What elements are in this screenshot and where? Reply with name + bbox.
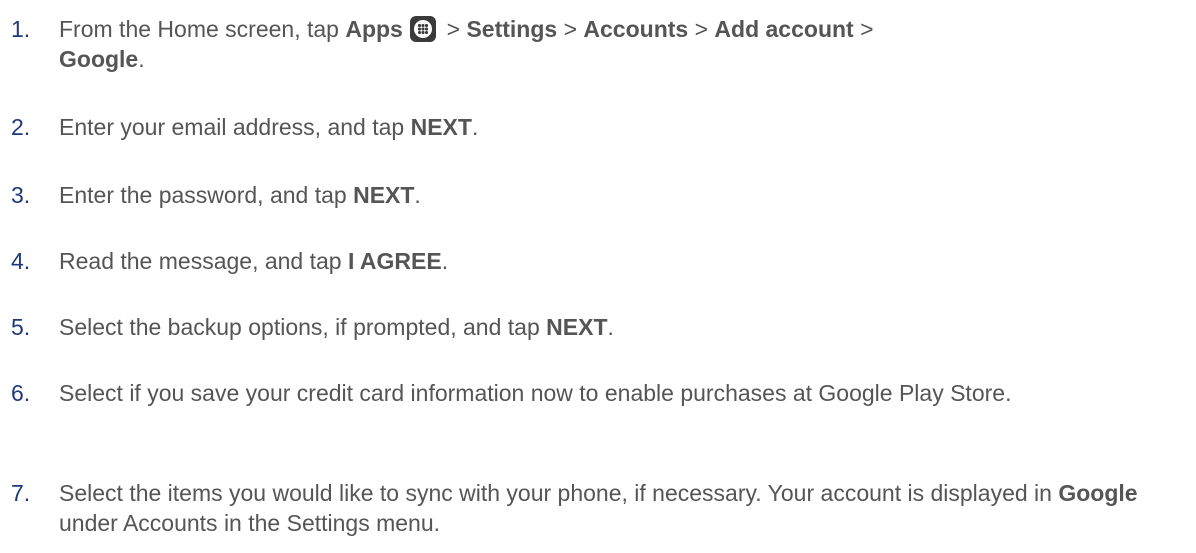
- text-run: .: [607, 314, 614, 340]
- step-number: 1.: [11, 16, 31, 42]
- text-run: .: [441, 248, 449, 274]
- step-text: From the Home screen, tap Apps > Setting…: [59, 14, 1139, 74]
- apps-icon: [410, 16, 437, 42]
- separator: >: [688, 16, 715, 42]
- ui-term-settings: Settings: [466, 16, 558, 42]
- separator: >: [853, 16, 874, 42]
- step-number: 6.: [11, 380, 31, 406]
- ui-term-google: Google: [1058, 480, 1138, 506]
- separator: >: [440, 16, 467, 42]
- text-run: Enter your email address, and tap: [59, 114, 411, 140]
- step-number: 7.: [11, 480, 31, 506]
- step-6: 6. Select if you save your credit card i…: [0, 378, 1150, 408]
- ui-term-i-agree: I AGREE: [347, 248, 442, 274]
- separator: >: [557, 16, 584, 42]
- text-run: .: [138, 46, 145, 72]
- text-run: .: [471, 114, 479, 140]
- step-2: 2. Enter your email address, and tap NEX…: [0, 112, 1150, 142]
- step-text: Read the message, and tap I AGREE.: [59, 246, 1139, 276]
- ui-term-apps: Apps: [345, 16, 403, 42]
- step-text: Enter the password, and tap NEXT.: [59, 180, 1139, 210]
- ui-term-next: NEXT: [353, 182, 415, 208]
- step-5: 5. Select the backup options, if prompte…: [0, 312, 1150, 342]
- step-number: 4.: [11, 248, 31, 274]
- ui-term-next: NEXT: [410, 114, 472, 140]
- text-run: .: [414, 182, 421, 208]
- text-run: From the Home screen, tap: [59, 16, 346, 42]
- step-number: 2.: [11, 114, 31, 140]
- step-text: Select the items you would like to sync …: [59, 478, 1139, 538]
- step-number: 3.: [11, 182, 31, 208]
- text-run: Read the message, and tap: [59, 248, 348, 274]
- step-4: 4. Read the message, and tap I AGREE.: [0, 246, 1150, 276]
- step-text: Select the backup options, if prompted, …: [59, 312, 1139, 342]
- text-run: Select the items you would like to sync …: [59, 480, 1059, 506]
- ui-term-add-account: Add account: [714, 16, 854, 42]
- step-number: 5.: [11, 314, 31, 340]
- step-text: Select if you save your credit card info…: [59, 380, 1012, 406]
- ui-term-google: Google: [59, 46, 139, 72]
- text-run: Enter the password, and tap: [59, 182, 354, 208]
- step-7: 7. Select the items you would like to sy…: [0, 478, 1150, 538]
- ui-term-accounts: Accounts: [583, 16, 689, 42]
- ui-term-next: NEXT: [546, 314, 608, 340]
- step-3: 3. Enter the password, and tap NEXT.: [0, 180, 1150, 210]
- text-run: Select the backup options, if prompted, …: [59, 314, 547, 340]
- step-1: 1. From the Home screen, tap Apps > Sett…: [0, 14, 1150, 74]
- step-text: Enter your email address, and tap NEXT.: [59, 112, 1139, 142]
- text-run: under Accounts in the Settings menu.: [59, 510, 441, 536]
